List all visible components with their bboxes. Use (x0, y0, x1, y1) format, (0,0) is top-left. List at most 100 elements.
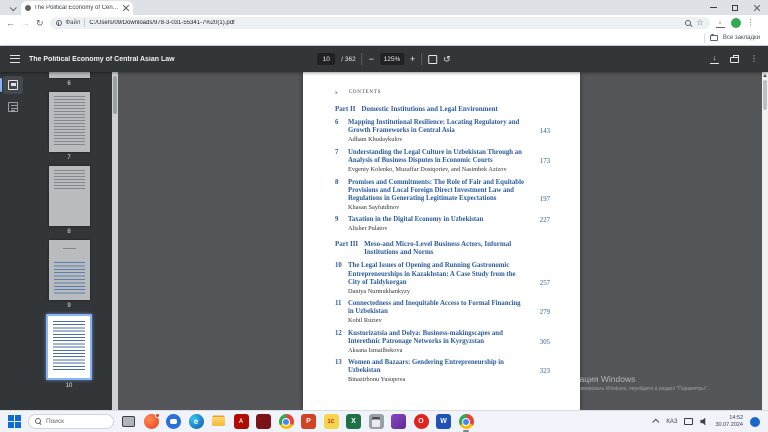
thumbnail-label: 7 (67, 155, 70, 161)
chapter-page-number[interactable]: 305 (540, 339, 550, 346)
profile-avatar[interactable] (731, 18, 741, 28)
chapter-title-link[interactable]: Kusturizatsia and Dolya: Business-making… (348, 330, 524, 346)
chapter-authors: Daniya Nurmukhankyzy (348, 288, 520, 296)
thumbnail-page-6[interactable] (49, 72, 90, 78)
document-scrollbar-thumb[interactable] (763, 80, 767, 110)
fit-to-page-button[interactable] (428, 55, 437, 64)
volume-icon[interactable] (700, 418, 708, 426)
folio-number: x (335, 90, 338, 96)
network-icon[interactable] (684, 418, 693, 425)
windows-taskbar: Поиск e A P 1С X O W КАЗ 14:52 (0, 410, 768, 432)
pdf-print-button[interactable] (730, 57, 739, 63)
window-maximize-button[interactable] (724, 0, 746, 15)
taskbar-clock[interactable]: 14:52 30.07.2024 (715, 415, 743, 429)
thumbnail-label: 6 (67, 81, 70, 87)
window-minimize-button[interactable] (702, 0, 724, 15)
scroll-up-arrow[interactable] (763, 74, 767, 77)
word-icon[interactable]: W (436, 414, 451, 429)
thumbnail-page-7[interactable] (49, 92, 90, 152)
bookmark-star-icon[interactable]: ☆ (696, 19, 703, 27)
task-view-button[interactable] (121, 414, 136, 429)
thumbnail-scrollbar-thumb[interactable] (113, 76, 117, 114)
toc-part-heading: Part III Meso-and Micro-Level Business A… (335, 240, 550, 257)
part-label: Part III (335, 240, 358, 257)
pdf-menu-icon[interactable] (10, 55, 20, 63)
document-scrollbar (762, 72, 768, 410)
chrome-icon[interactable] (279, 414, 294, 429)
chapter-title-link[interactable]: Promises and Commitments: The Role of Fa… (348, 179, 524, 203)
all-bookmarks-button[interactable]: Все закладки (723, 35, 760, 41)
adobe-acrobat-icon[interactable]: A (234, 414, 249, 429)
zoom-level-input[interactable]: 125% (380, 53, 404, 65)
thumbnail-page-8[interactable] (49, 166, 90, 226)
window-close-button[interactable] (746, 0, 768, 15)
hidden-icons-chevron[interactable] (653, 419, 660, 426)
pdf-viewer-main: 6 7 8 9 10 x CONTENTS Part II Domestic I… (0, 72, 768, 410)
browser-tab-strip: The Political Economy of Central Asian L… (0, 0, 768, 15)
pdf-more-button[interactable]: ⋮ (750, 55, 758, 63)
outline-view-button[interactable] (3, 98, 23, 116)
browser-tab-active[interactable]: The Political Economy of Central Asian L… (21, 1, 133, 15)
thumbnail-page-9[interactable] (49, 240, 90, 300)
chapter-page-number[interactable]: 323 (540, 368, 550, 375)
browser-orange-icon[interactable] (144, 414, 159, 429)
pdf-download-button[interactable]: ↓ (710, 55, 719, 64)
tab-search-button[interactable] (5, 2, 19, 14)
address-bar[interactable]: Файл C:/Users/09/Downloads/978-3-031-553… (50, 17, 710, 29)
toc-part-heading: Part II Domestic Institutions and Legal … (335, 105, 550, 113)
chapter-title-link[interactable]: Taxation in the Digital Economy in Uzbek… (348, 216, 524, 224)
chat-app-icon[interactable] (166, 414, 181, 429)
chapter-page-number[interactable]: 257 (540, 280, 550, 287)
thumbnails-view-button[interactable] (3, 76, 23, 94)
forward-button[interactable]: → (21, 19, 30, 28)
running-head-title: CONTENTS (349, 90, 382, 96)
calculator-icon[interactable] (369, 414, 384, 429)
chapter-title-link[interactable]: Women and Bazaars: Gendering Entrepreneu… (348, 359, 524, 375)
edge-icon[interactable]: e (189, 414, 204, 429)
chrome-active-icon[interactable] (459, 414, 474, 429)
purple-app-icon[interactable] (391, 414, 406, 429)
notification-center-badge[interactable] (750, 417, 760, 427)
chapter-authors: Adham Khudaykulov (348, 136, 520, 144)
zoom-out-button[interactable]: − (369, 55, 374, 64)
chapter-title-link[interactable]: Mapping Institutional Resilience: Locati… (348, 119, 524, 135)
rotate-button[interactable]: ↻ (443, 55, 451, 64)
document-area: x CONTENTS Part II Domestic Institutions… (118, 72, 762, 410)
zoom-in-button[interactable]: + (410, 55, 415, 64)
1c-enterprise-icon[interactable]: 1С (324, 414, 339, 429)
thumbnail-scrollbar (112, 72, 118, 410)
start-button[interactable] (8, 415, 21, 428)
file-explorer-icon[interactable] (211, 414, 226, 429)
media-app-icon[interactable] (256, 414, 271, 429)
chapter-page-number[interactable]: 173 (540, 158, 550, 165)
chapter-page-number[interactable]: 143 (540, 128, 550, 135)
page-count-label: / 362 (341, 56, 355, 63)
excel-icon[interactable]: X (346, 414, 361, 429)
opera-icon[interactable]: O (414, 414, 429, 429)
browser-menu-button[interactable]: ⋮ (747, 19, 755, 27)
running-head: x CONTENTS (335, 90, 550, 96)
page-number-input[interactable]: 10 (317, 53, 335, 65)
chapter-number: 10 (335, 262, 348, 295)
chapter-page-number[interactable]: 197 (540, 196, 550, 203)
chapter-page-number[interactable]: 279 (540, 309, 550, 316)
chapter-title-link[interactable]: Understanding the Legal Culture in Uzbek… (348, 149, 524, 165)
downloads-button[interactable]: ↓ (716, 19, 725, 28)
chapter-title-link[interactable]: Connectedness and Inequitable Access to … (348, 300, 524, 316)
thumbnails-icon (8, 80, 18, 90)
taskbar-search[interactable]: Поиск (28, 414, 114, 429)
thumbnail-page-10-active[interactable] (46, 314, 92, 380)
chapter-number: 9 (335, 216, 348, 233)
powerpoint-icon[interactable]: P (301, 414, 316, 429)
page-info-icon[interactable] (56, 20, 62, 26)
chapter-page-number[interactable]: 227 (540, 217, 550, 224)
tab-title: The Political Economy of Central Asian L… (34, 5, 120, 11)
keyboard-language[interactable]: КАЗ (666, 419, 677, 425)
tab-close-icon[interactable] (123, 5, 129, 11)
reload-button[interactable]: ↻ (36, 19, 44, 28)
back-button[interactable]: ← (6, 19, 15, 28)
chapter-number: 13 (335, 359, 348, 384)
url-text[interactable]: C:/Users/09/Downloads/978-3-031-55341-7%… (89, 20, 681, 26)
chapter-title-link[interactable]: The Legal Issues of Opening and Running … (348, 262, 524, 286)
zoom-page-icon[interactable] (685, 20, 692, 27)
